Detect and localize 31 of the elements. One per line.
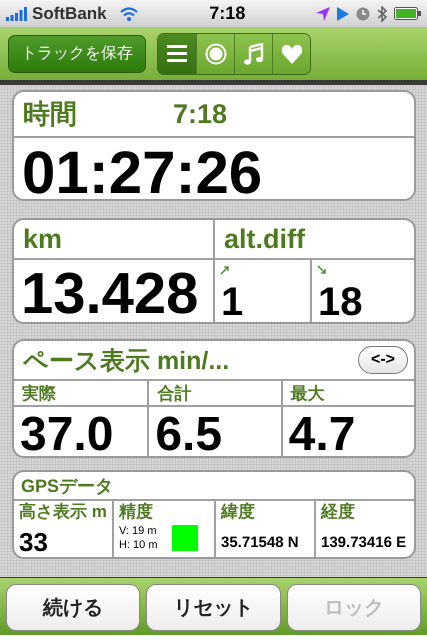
distance-unit-label: km <box>23 224 62 254</box>
accuracy-label: 精度 <box>119 502 154 522</box>
pace-title: ペース表示 min/... <box>23 346 230 376</box>
pace-label: 実際 <box>22 382 56 404</box>
pace-label: 最大 <box>290 382 325 404</box>
longitude-label: 経度 <box>321 502 356 522</box>
action-button[interactable]: 続ける <box>6 584 140 631</box>
elapsed-time: 01:27:26 <box>22 138 262 199</box>
altitude-value: 33 <box>19 527 49 557</box>
latitude-label: 緯度 <box>221 502 256 522</box>
horizontal-accuracy: H: 10 m <box>119 538 158 552</box>
time-label: 時間 <box>23 98 77 131</box>
vertical-accuracy: V: 19 m <box>119 524 158 538</box>
pace-value: 37.0 <box>20 407 114 456</box>
altitude-diff-label: alt.diff <box>224 224 305 254</box>
action-button[interactable]: リセット <box>146 584 281 631</box>
pace-label: 合計 <box>157 382 192 404</box>
save-track-button[interactable]: トラックを保存 <box>8 34 146 72</box>
current-time: 7:18 <box>173 98 228 130</box>
clock-time: 7:18 <box>209 3 246 24</box>
longitude-value: 139.73416 E <box>321 534 408 551</box>
pace-value: 4.7 <box>288 407 356 456</box>
latitude-value: 35.71548 N <box>221 534 300 551</box>
ascent-value: 1 <box>221 280 244 322</box>
altitude-label: 高さ表示 m <box>19 502 108 522</box>
descent-value: 18 <box>318 280 362 322</box>
distance-value: 13.428 <box>21 260 198 322</box>
gps-title: GPSデータ <box>21 474 114 498</box>
swap-units-button[interactable]: <-> <box>358 346 408 374</box>
pace-value: 6.5 <box>155 407 222 456</box>
carrier-name: SoftBank <box>32 4 107 24</box>
